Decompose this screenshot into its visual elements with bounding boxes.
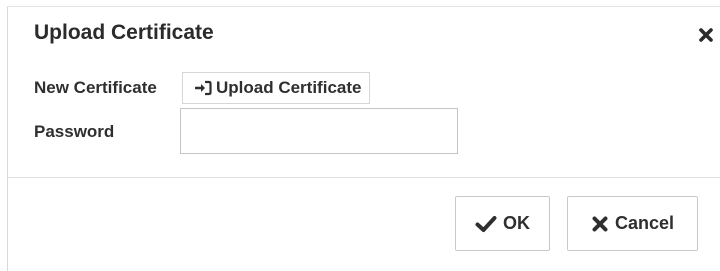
password-input[interactable] (180, 108, 458, 154)
ok-button-label: OK (503, 213, 530, 233)
upload-certificate-button[interactable]: Upload Certificate (182, 72, 371, 104)
close-icon (696, 28, 716, 49)
x-icon (591, 215, 609, 233)
close-button[interactable] (696, 25, 716, 45)
cancel-button-label: Cancel (614, 213, 675, 233)
password-label: Password (34, 122, 115, 141)
check-icon (475, 215, 497, 233)
cancel-button[interactable]: Cancel (567, 196, 698, 251)
dialog-title: Upload Certificate (34, 21, 214, 44)
ok-button[interactable]: OK (455, 196, 550, 251)
dialog-footer-divider (8, 177, 720, 178)
new-certificate-label: New Certificate (34, 78, 157, 97)
upload-certificate-dialog: Upload Certificate New Certificate Uploa… (7, 6, 720, 271)
upload-certificate-button-label: Upload Certificate (216, 78, 362, 97)
sign-in-icon (195, 80, 212, 96)
